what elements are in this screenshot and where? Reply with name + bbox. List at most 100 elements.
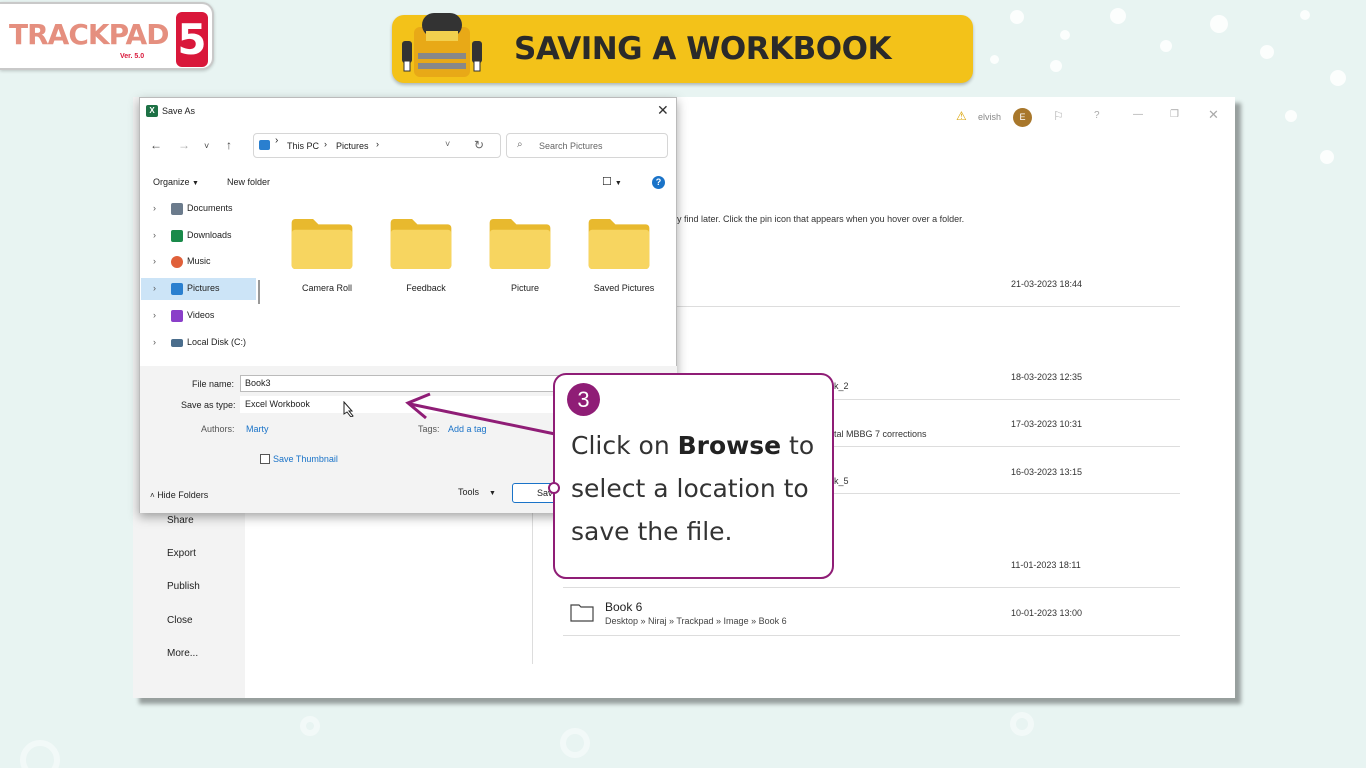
search-placeholder: Search Pictures [539,141,603,151]
sidebar-item-export[interactable]: Export [167,548,196,559]
dialog-title: Save As [162,106,196,116]
chevron-right-icon[interactable]: › [153,230,156,240]
chevron-right-icon[interactable]: › [153,283,156,293]
organize-button[interactable]: Organize ▼ [153,177,199,187]
folder-icon [489,219,551,269]
file-name-field[interactable]: Book3 [240,375,570,392]
nav-item-documents[interactable]: › Documents [141,198,256,220]
nav-item-downloads[interactable]: › Downloads [141,225,256,247]
breadcrumb-this-pc[interactable]: This PC [287,141,319,151]
file-name-label: File name: [192,379,235,389]
nav-label: Documents [187,203,233,213]
step-number-badge: 3 [567,383,600,416]
recent-name-fragment[interactable]: ital MBBG 7 corrections [832,429,927,439]
avatar[interactable]: E [1013,108,1032,127]
logo-version: Ver. 5.0 [120,53,145,60]
chevron-down-icon: ▼ [489,490,496,497]
hide-folders-label: Hide Folders [157,490,209,500]
folder-icon [390,219,452,269]
recent-locations-chevron-icon[interactable]: ˅ [204,141,209,151]
view-options-icon[interactable]: ☐ ▼ [602,175,622,188]
close-window-icon[interactable]: ✕ [1208,107,1219,123]
user-name: elvish [978,112,1002,122]
save-thumbnail-label[interactable]: Save Thumbnail [273,454,338,464]
nav-label: Local Disk (C:) [187,337,247,347]
chevron-right-icon[interactable]: › [153,203,156,213]
nav-label: Videos [187,310,215,320]
breadcrumb-separator: › [275,135,279,146]
chevron-right-icon[interactable]: › [153,310,156,320]
folder-picture[interactable]: Picture [474,211,556,293]
chevron-down-icon: ▼ [192,180,199,187]
sidebar-item-more[interactable]: More... [167,648,198,659]
pane-divider [532,497,533,664]
breadcrumb-separator: › [324,139,327,149]
search-input[interactable]: ⌕ Search Pictures [506,133,668,158]
address-bar[interactable]: › This PC › Pictures › ˅ ↻ [253,133,501,158]
help-icon[interactable]: ? [652,176,665,189]
document-icon [171,203,183,215]
warning-icon: ⚠ [956,109,967,123]
up-arrow-icon[interactable]: ↑ [226,138,232,152]
breadcrumb-pictures[interactable]: Pictures [336,141,369,151]
address-dropdown-icon[interactable]: ˅ [445,139,450,149]
help-icon[interactable]: ? [1094,110,1100,121]
recent-item-name[interactable]: Book 6 [605,600,642,614]
chevron-up-icon: ˄ [150,491,155,500]
new-folder-button[interactable]: New folder [227,177,270,187]
authors-label: Authors: [201,424,235,434]
chevron-right-icon[interactable]: › [153,337,156,347]
download-icon [171,230,183,242]
row-divider [563,635,1180,636]
forward-arrow-icon[interactable]: → [178,138,190,152]
authors-value[interactable]: Marty [246,424,269,434]
callout-text: to [781,431,815,460]
logo-number: 5 [176,12,208,67]
minimize-icon[interactable]: — [1133,109,1143,120]
folder-camera-roll[interactable]: Camera Roll [276,211,358,293]
callout-line-2: select a location to [571,474,809,503]
folder-label: Picture [510,283,539,293]
feedback-icon[interactable]: ⚐ [1053,109,1064,123]
organize-label: Organize [153,177,190,187]
recent-date: 17-03-2023 10:31 [1011,419,1083,429]
refresh-icon[interactable]: ↻ [474,138,484,152]
search-icon: ⌕ [517,139,523,150]
mouse-cursor-icon [343,401,354,417]
navigation-pane: › Documents › Downloads › Music › Pictur… [140,196,262,366]
disk-icon [171,339,183,347]
sidebar-item-publish[interactable]: Publish [167,581,200,592]
pictures-icon [259,140,270,150]
videos-icon [171,310,183,322]
callout-line-3: save the file. [571,517,733,546]
callout-text: Click on [571,431,678,460]
folder-saved-pictures[interactable]: Saved Pictures [573,211,655,293]
chevron-right-icon[interactable]: › [153,256,156,266]
nav-scrollbar[interactable] [258,280,260,304]
save-thumbnail-checkbox[interactable] [260,454,270,464]
callout-connector-ring [548,482,560,494]
nav-item-local-disk[interactable]: › Local Disk (C:) [141,332,256,354]
tools-button[interactable]: Tools ▼ [458,487,496,497]
nav-item-pictures[interactable]: › Pictures [141,278,256,300]
hide-folders-button[interactable]: ˄ Hide Folders [150,490,208,500]
nav-label: Music [187,256,211,266]
excel-icon: X [146,105,158,117]
row-divider [563,587,1180,588]
recent-date: 16-03-2023 13:15 [1011,467,1083,477]
sidebar-item-close[interactable]: Close [167,615,193,626]
recent-date: 11-01-2023 18:11 [1011,560,1081,570]
nav-item-videos[interactable]: › Videos [141,305,256,327]
close-icon[interactable]: ✕ [657,102,669,119]
folder-label: Saved Pictures [593,283,655,293]
callout-line-1: Click on Browse to [571,431,814,460]
back-arrow-icon[interactable]: ← [150,138,162,152]
restore-icon[interactable]: ❐ [1170,109,1179,120]
recent-date: 21-03-2023 18:44 [1011,279,1083,289]
sidebar-item-share[interactable]: Share [167,515,194,526]
folder-outline-icon [570,604,594,622]
pin-hint-text: ily find later. Click the pin icon that … [673,214,965,224]
nav-item-music[interactable]: › Music [141,251,256,273]
folder-icon [588,219,650,269]
folder-feedback[interactable]: Feedback [375,211,457,293]
